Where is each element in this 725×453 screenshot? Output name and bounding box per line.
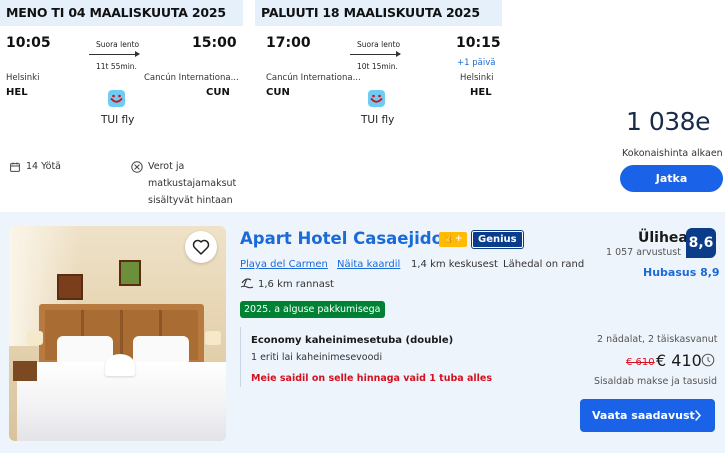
flight-total-price: 1 038e <box>626 107 710 136</box>
taxes-line-3: sisältyvät hintaan <box>148 195 233 206</box>
taxes-line-1: Verot ja <box>148 161 185 172</box>
tui-smile-icon <box>110 94 123 103</box>
tui-smile-icon <box>370 94 383 103</box>
tui-smile-logo <box>368 90 385 107</box>
favorite-heart-button[interactable] <box>185 231 217 263</box>
score-word: Ülihea <box>638 230 688 246</box>
flight-price-caption: Kokonaishinta alkaen <box>622 148 723 159</box>
photo-lamp-left <box>27 331 43 345</box>
room-type: Economy kaheinimesetuba (double) <box>251 335 454 346</box>
outbound-duration: 11t 55min. <box>96 62 137 71</box>
return-stop-type: Suora lento <box>357 40 401 49</box>
chevron-right-icon <box>694 399 702 445</box>
outbound-airline: TUI fly <box>101 114 135 126</box>
photo-bedside-table <box>13 361 37 381</box>
review-count: 1 057 arvustust <box>606 247 681 258</box>
new-price: € 410 <box>656 351 702 370</box>
hotel-name-link[interactable]: Apart Hotel Casaejido <box>240 229 443 248</box>
genius-badge: Genius <box>472 231 523 248</box>
see-availability-button[interactable]: Vaata saadavust <box>580 399 715 432</box>
continue-button[interactable]: Jatka <box>620 165 723 192</box>
return-depart-time: 17:00 <box>266 35 311 51</box>
outbound-depart-code: HEL <box>6 87 28 98</box>
beach-distance: 1,6 km rannast <box>258 279 334 290</box>
calendar-icon <box>10 159 20 177</box>
tui-smile-logo <box>108 90 125 107</box>
return-route-line <box>350 54 400 55</box>
outbound-arrow-icon <box>135 51 140 57</box>
room-divider <box>240 327 241 387</box>
return-duration: 10t 15min. <box>357 62 398 71</box>
comfort-score: Hubasus 8,9 <box>643 266 720 279</box>
stay-info: 2 nädalat, 2 täiskasvanut <box>597 334 718 345</box>
outbound-arrive-code: CUN <box>206 87 230 98</box>
return-depart-city: Cancún Internationa... <box>266 73 361 83</box>
outbound-depart-time: 10:05 <box>6 35 51 51</box>
return-arrive-time: 10:15 <box>456 35 501 51</box>
taxes-line-2: matkustajamaksut <box>148 178 237 189</box>
return-arrow-icon <box>396 51 401 57</box>
return-arrive-city: Helsinki <box>460 73 494 83</box>
old-price: € 610 <box>626 357 655 368</box>
outbound-arrive-time: 15:00 <box>192 35 237 51</box>
deal-badge: 2025. a alguse pakkumisega <box>240 301 385 318</box>
review-score-badge[interactable]: 8,6 <box>686 228 716 258</box>
outbound-arrive-city: Cancún Internationa... <box>144 73 239 83</box>
heart-icon <box>192 239 210 255</box>
near-beach: Lähedal on rand <box>503 259 585 270</box>
photo-picture-left <box>57 274 83 300</box>
outbound-stop-type: Suora lento <box>96 40 140 49</box>
show-on-map-link[interactable]: Näita kaardil <box>337 259 400 270</box>
includes-taxes: Sisaldab makse ja tasusid <box>594 376 717 387</box>
see-availability-label: Vaata saadavust <box>592 409 695 422</box>
return-depart-code: CUN <box>266 87 290 98</box>
nights-count: 14 Yötä <box>26 161 62 172</box>
photo-picture-right <box>119 260 141 286</box>
thumbs-up-rating-icon: 👍+ <box>439 232 467 247</box>
scarcity-message: Meie saidil on selle hinnaga vaid 1 tuba… <box>251 373 493 384</box>
no-fees-icon <box>131 160 143 178</box>
photo-lamp-right <box>205 331 221 345</box>
return-airline: TUI fly <box>361 114 395 126</box>
outbound-route-line <box>89 54 139 55</box>
outbound-depart-city: Helsinki <box>6 73 40 83</box>
beach-icon <box>240 276 254 294</box>
outbound-header: MENO TI 04 MAALISKUUTA 2025 <box>0 0 243 26</box>
photo-towel-swans <box>105 354 135 376</box>
bed-type: 1 eriti lai kaheinimesevoodi <box>251 352 383 363</box>
distance-center: 1,4 km keskusest <box>411 259 498 270</box>
price-info-icon[interactable] <box>701 353 715 372</box>
return-day-offset: +1 päivä <box>457 58 496 68</box>
location-link[interactable]: Playa del Carmen <box>240 259 328 270</box>
return-arrive-code: HEL <box>470 87 492 98</box>
return-header: PALUUTI 18 MAALISKUUTA 2025 <box>255 0 502 26</box>
